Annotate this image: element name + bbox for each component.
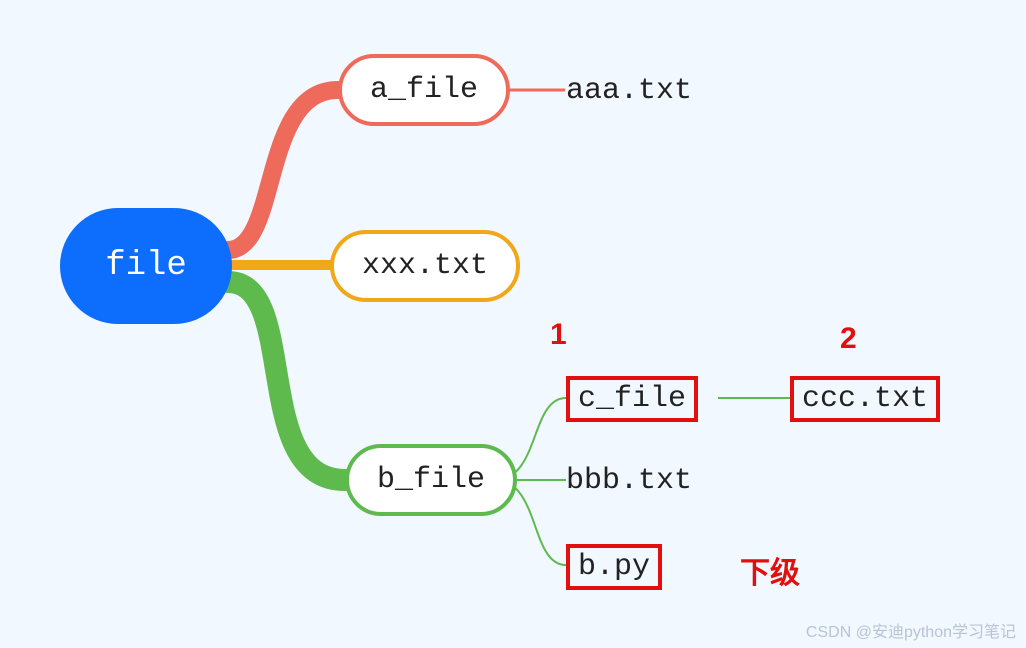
leaf-bbb-txt: bbb.txt <box>566 464 692 498</box>
leaf-c-file: c_file <box>566 376 698 422</box>
connector-lines <box>0 0 1026 648</box>
annotation-sub: 下级 <box>740 548 800 592</box>
watermark: CSDN @安迪python学习笔记 <box>806 618 1016 642</box>
branch-a-file: a_file <box>338 54 510 126</box>
branch-xxx-txt: xxx.txt <box>330 230 520 302</box>
annotation-1: 1 <box>550 318 567 352</box>
root-node: file <box>60 208 232 324</box>
branch-b-file: b_file <box>345 444 517 516</box>
annotation-2: 2 <box>840 322 857 356</box>
leaf-aaa-txt: aaa.txt <box>566 74 692 108</box>
leaf-b-py: b.py <box>566 544 662 590</box>
leaf-ccc-txt: ccc.txt <box>790 376 940 422</box>
